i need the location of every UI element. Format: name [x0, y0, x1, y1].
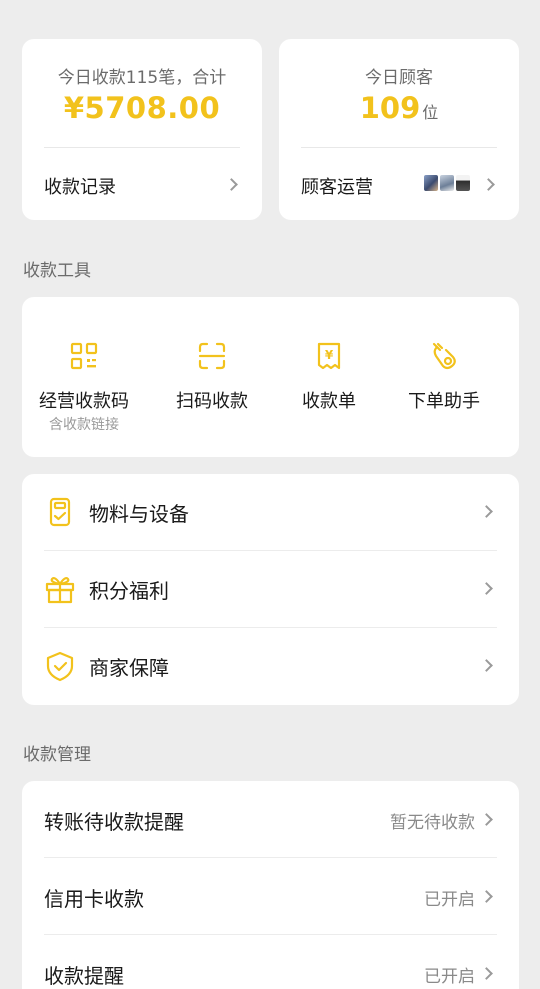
management-card: 转账待收款提醒 暂无待收款 信用卡收款 已开启 收款提醒 已开启 — [22, 781, 519, 989]
tool-sublabel: 含收款链接 — [49, 417, 119, 433]
divider — [301, 147, 497, 148]
avatar — [439, 174, 455, 192]
svg-text:¥: ¥ — [325, 348, 334, 362]
chevron-right-icon — [480, 967, 493, 980]
chevron-right-icon — [225, 178, 238, 191]
menu-label: 物料与设备 — [89, 502, 189, 526]
customers-count: 109 — [359, 91, 421, 125]
chevron-right-icon — [480, 890, 493, 903]
customer-operations-label: 顾客运营 — [301, 177, 373, 198]
menu-item-merchant-protection[interactable]: 商家保障 — [22, 628, 519, 705]
chevron-right-icon — [480, 813, 493, 826]
receipt-icon: ¥ — [317, 342, 341, 370]
gift-icon — [45, 577, 75, 604]
menu-label: 商家保障 — [89, 656, 169, 680]
menu-card: 物料与设备 积分福利 商家保障 — [22, 474, 519, 705]
scan-icon — [198, 342, 226, 370]
customers-summary-card: 今日顾客 109 位 顾客运营 — [279, 39, 519, 220]
chevron-right-icon — [480, 505, 493, 518]
payment-records-link[interactable]: 收款记录 — [22, 149, 262, 220]
management-section-title: 收款管理 — [23, 745, 91, 765]
order-assistant-icon — [432, 342, 456, 370]
tools-section-title: 收款工具 — [23, 261, 91, 281]
mgmt-label: 收款提醒 — [44, 964, 124, 988]
menu-label: 积分福利 — [89, 579, 169, 603]
tool-label: 扫码收款 — [176, 391, 248, 412]
mgmt-item-payment-reminder[interactable]: 收款提醒 已开启 — [22, 935, 519, 989]
customer-operations-link[interactable]: 顾客运营 — [279, 149, 519, 220]
tool-order-assistant[interactable]: 下单助手 — [382, 297, 506, 457]
tool-receipt[interactable]: ¥ 收款单 — [267, 297, 391, 457]
payments-caption: 今日收款115笔，合计 — [57, 68, 227, 88]
menu-item-points-benefits[interactable]: 积分福利 — [22, 551, 519, 628]
chevron-right-icon — [480, 582, 493, 595]
tool-label: 下单助手 — [408, 391, 480, 412]
mgmt-item-transfer-reminder[interactable]: 转账待收款提醒 暂无待收款 — [22, 781, 519, 858]
qr-code-icon — [70, 342, 98, 370]
payment-records-label: 收款记录 — [44, 177, 116, 198]
avatar — [423, 174, 439, 192]
chevron-right-icon — [482, 178, 495, 191]
tools-card: 经营收款码 含收款链接 扫码收款 ¥ 收款单 下单助手 — [22, 297, 519, 457]
avatar — [455, 174, 471, 192]
mgmt-status: 已开启 — [424, 890, 475, 910]
mgmt-item-credit-card[interactable]: 信用卡收款 已开启 — [22, 858, 519, 935]
shield-icon — [46, 651, 74, 682]
device-icon — [49, 497, 71, 527]
tool-business-qr[interactable]: 经营收款码 含收款链接 — [22, 297, 146, 457]
tool-label: 经营收款码 — [39, 391, 129, 412]
tool-label: 收款单 — [302, 391, 356, 412]
payments-summary-card: 今日收款115笔，合计 ¥5708.00 收款记录 — [22, 39, 262, 220]
mgmt-status: 已开启 — [424, 967, 475, 987]
mgmt-status: 暂无待收款 — [390, 813, 475, 833]
customers-unit: 位 — [422, 103, 439, 122]
divider — [44, 147, 240, 148]
tool-scan-pay[interactable]: 扫码收款 — [150, 297, 274, 457]
payments-amount: ¥5708.00 — [63, 91, 221, 125]
customers-count-wrap: 109 位 — [279, 91, 519, 125]
customer-avatars — [423, 174, 471, 192]
customers-caption: 今日顾客 — [365, 68, 433, 88]
chevron-right-icon — [480, 659, 493, 672]
menu-item-materials-devices[interactable]: 物料与设备 — [22, 474, 519, 551]
mgmt-label: 转账待收款提醒 — [44, 810, 184, 834]
mgmt-label: 信用卡收款 — [44, 887, 144, 911]
